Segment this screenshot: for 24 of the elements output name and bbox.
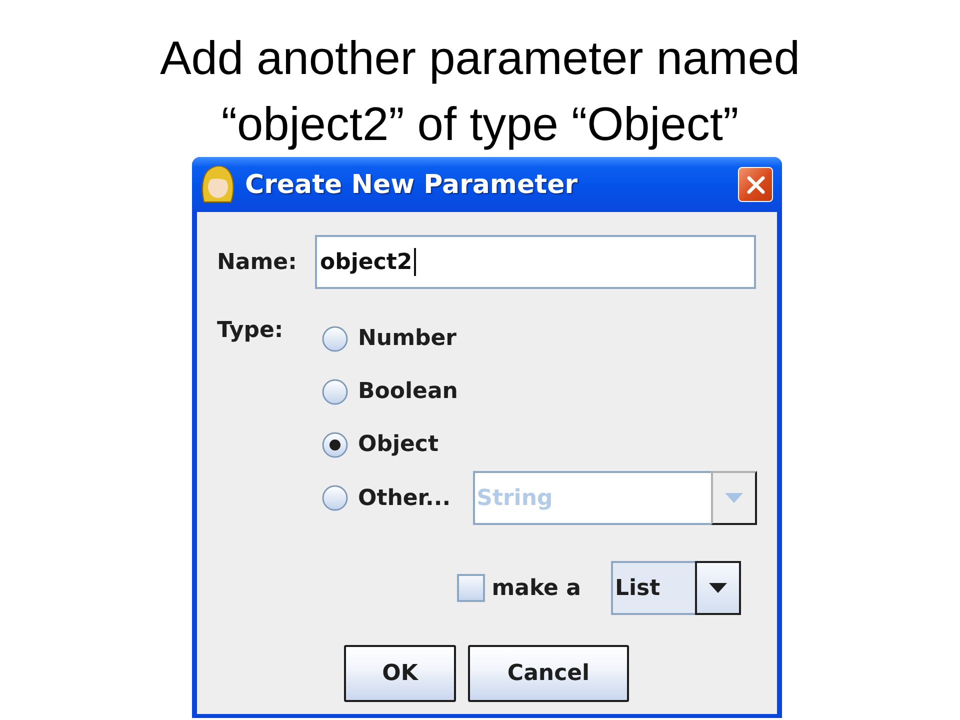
radio-label[interactable]: Number <box>358 326 457 351</box>
name-label: Name: <box>217 250 298 274</box>
checkbox-label[interactable]: make a <box>492 576 581 600</box>
avatar-icon <box>200 166 235 204</box>
dropdown-arrow-button[interactable] <box>695 561 741 615</box>
radio-label[interactable]: Other... <box>358 486 451 510</box>
close-button[interactable] <box>738 167 773 202</box>
type-label: Type: <box>217 317 284 344</box>
caret-icon <box>724 493 743 503</box>
window-title: Create New Parameter <box>245 170 578 200</box>
ok-button[interactable]: OK <box>344 645 456 702</box>
radio-label[interactable]: Boolean <box>358 379 458 404</box>
radio-button[interactable] <box>322 326 348 352</box>
caret-icon <box>709 583 727 593</box>
checkbox[interactable] <box>456 574 485 602</box>
close-icon <box>746 174 766 194</box>
cancel-button[interactable]: Cancel <box>468 645 629 702</box>
radio-button[interactable] <box>322 432 348 458</box>
slide-title: Add another parameter named “object2” of type “Object” <box>158 30 802 152</box>
radio-button[interactable] <box>322 485 348 511</box>
name-field[interactable]: object2 <box>315 235 756 289</box>
radio-label[interactable]: Object <box>358 432 438 457</box>
collection-dropdown[interactable]: List <box>611 561 741 615</box>
radio-button[interactable] <box>322 378 348 404</box>
